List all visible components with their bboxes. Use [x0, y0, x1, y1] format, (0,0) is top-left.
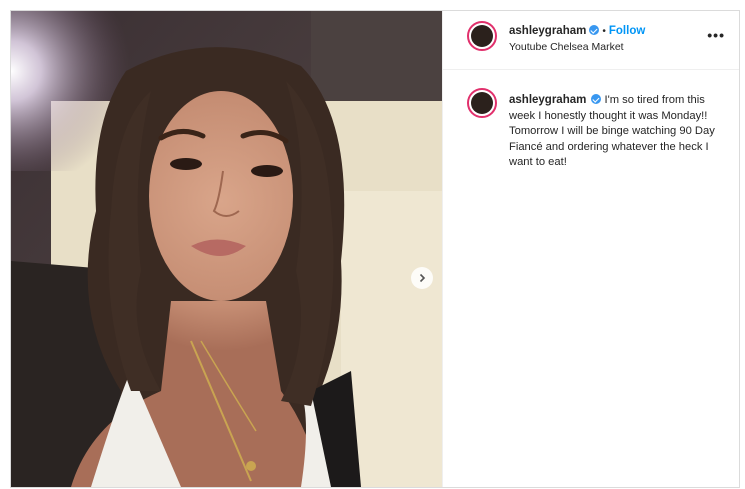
avatar[interactable]	[467, 21, 497, 51]
caption-username-link[interactable]: ashleygraham	[509, 94, 586, 106]
follow-button[interactable]: Follow	[609, 25, 645, 37]
post-caption: ashleygraham I'm so tired from this week…	[509, 93, 734, 171]
caption-avatar[interactable]	[467, 88, 497, 118]
verified-badge-icon	[589, 25, 600, 35]
verified-badge-icon	[591, 94, 602, 104]
username-link[interactable]: ashleygraham	[509, 25, 586, 37]
chevron-right-icon	[419, 273, 426, 283]
instagram-post: ashleygraham • Follow Youtube Chelsea Mark…	[10, 10, 740, 488]
separator-dot: •	[602, 26, 606, 37]
post-photo[interactable]	[11, 11, 442, 487]
post-sidebar: ashleygraham • Follow Youtube Chelsea Mark…	[442, 11, 739, 487]
location-link[interactable]: Youtube Chelsea Market	[509, 41, 624, 53]
selfie-photo	[11, 11, 442, 487]
more-options-icon[interactable]: •••	[707, 28, 725, 42]
post-header: ashleygraham • Follow Youtube Chelsea Mark…	[443, 11, 739, 70]
next-photo-button[interactable]	[411, 267, 433, 289]
header-user-row: ashleygraham • Follow	[509, 25, 645, 37]
